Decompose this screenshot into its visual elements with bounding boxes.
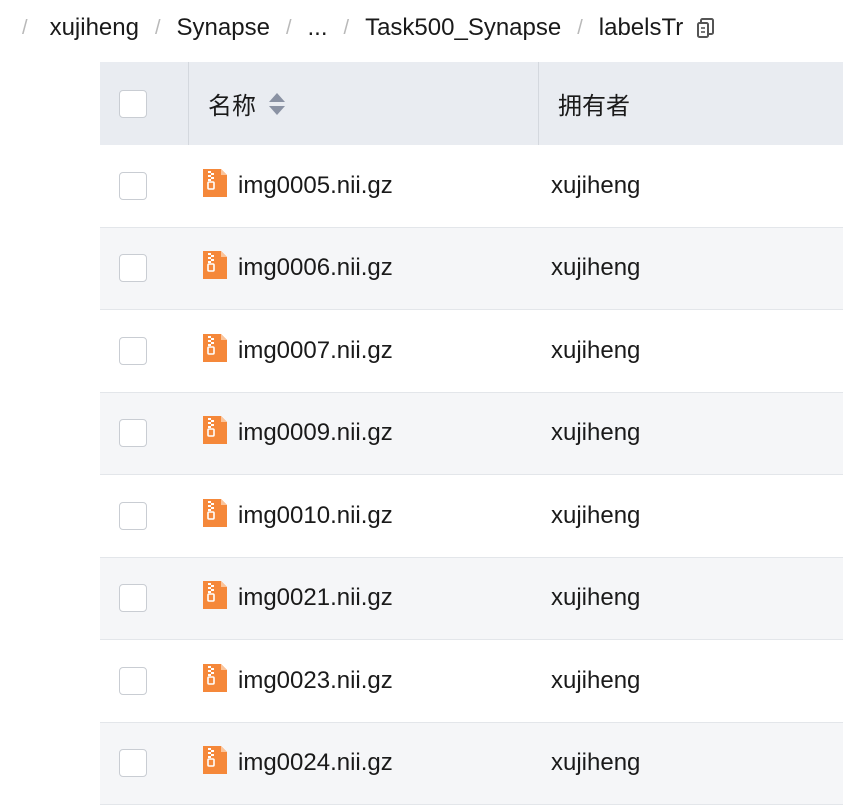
- breadcrumb-separator: /: [577, 17, 583, 40]
- column-header-owner-label: 拥有者: [558, 86, 630, 121]
- row-owner-cell: xujiheng: [539, 172, 843, 200]
- row-owner-cell: xujiheng: [539, 254, 843, 282]
- zip-file-icon: [201, 249, 229, 281]
- row-checkbox[interactable]: [119, 337, 147, 365]
- row-owner-cell: xujiheng: [539, 419, 843, 447]
- row-name-cell: img0005.nii.gz: [189, 172, 539, 200]
- table-row[interactable]: img0024.nii.gz xujiheng: [100, 723, 843, 805]
- breadcrumb: / xujiheng / Synapse / ... / Task500_Syn…: [0, 0, 843, 56]
- table-row[interactable]: img0005.nii.gz xujiheng: [100, 145, 843, 228]
- breadcrumb-item-labelstr: labelsTr: [599, 14, 683, 42]
- row-name-cell: img0024.nii.gz: [189, 749, 539, 777]
- zip-file-icon: [201, 579, 229, 611]
- breadcrumb-separator: /: [22, 17, 28, 40]
- row-checkbox[interactable]: [119, 502, 147, 530]
- zip-file-icon: [201, 744, 229, 776]
- breadcrumb-separator: /: [286, 17, 292, 40]
- zip-file-icon: [201, 167, 229, 199]
- row-owner-cell: xujiheng: [539, 667, 843, 695]
- row-name-cell: img0006.nii.gz: [189, 254, 539, 282]
- breadcrumb-item-ellipsis[interactable]: ...: [308, 14, 328, 42]
- file-name-link[interactable]: img0005.nii.gz: [238, 172, 393, 200]
- select-all-checkbox[interactable]: [119, 90, 147, 118]
- file-name-link[interactable]: img0023.nii.gz: [238, 667, 393, 695]
- table-row[interactable]: img0007.nii.gz xujiheng: [100, 310, 843, 393]
- owner-name: xujiheng: [551, 254, 640, 281]
- column-header-owner[interactable]: 拥有者: [539, 62, 843, 145]
- breadcrumb-item-synapse[interactable]: Synapse: [177, 14, 270, 42]
- row-checkbox[interactable]: [119, 667, 147, 695]
- owner-name: xujiheng: [551, 419, 640, 446]
- breadcrumb-item-task500-synapse[interactable]: Task500_Synapse: [365, 14, 561, 42]
- row-select-cell: [100, 419, 189, 447]
- header-select-cell: [100, 62, 189, 145]
- row-owner-cell: xujiheng: [539, 502, 843, 530]
- column-header-name[interactable]: 名称: [189, 62, 539, 145]
- row-name-cell: img0021.nii.gz: [189, 584, 539, 612]
- row-checkbox[interactable]: [119, 584, 147, 612]
- row-select-cell: [100, 254, 189, 282]
- breadcrumb-separator: /: [155, 17, 161, 40]
- file-name-link[interactable]: img0021.nii.gz: [238, 584, 393, 612]
- row-select-cell: [100, 667, 189, 695]
- row-select-cell: [100, 584, 189, 612]
- row-checkbox[interactable]: [119, 254, 147, 282]
- breadcrumb-separator: /: [344, 17, 350, 40]
- row-owner-cell: xujiheng: [539, 749, 843, 777]
- column-header-name-label: 名称: [208, 86, 256, 121]
- table-row[interactable]: img0023.nii.gz xujiheng: [100, 640, 843, 723]
- file-name-link[interactable]: img0006.nii.gz: [238, 254, 393, 282]
- row-checkbox[interactable]: [119, 749, 147, 777]
- file-name-link[interactable]: img0010.nii.gz: [238, 502, 393, 530]
- table-row[interactable]: img0021.nii.gz xujiheng: [100, 558, 843, 641]
- row-checkbox[interactable]: [119, 419, 147, 447]
- zip-file-icon: [201, 332, 229, 364]
- owner-name: xujiheng: [551, 172, 640, 199]
- row-checkbox[interactable]: [119, 172, 147, 200]
- owner-name: xujiheng: [551, 337, 640, 364]
- file-table: 名称 拥有者: [100, 62, 843, 805]
- table-row[interactable]: img0006.nii.gz xujiheng: [100, 228, 843, 311]
- row-owner-cell: xujiheng: [539, 337, 843, 365]
- file-name-link[interactable]: img0007.nii.gz: [238, 337, 393, 365]
- owner-name: xujiheng: [551, 584, 640, 611]
- row-owner-cell: xujiheng: [539, 584, 843, 612]
- breadcrumb-item-xujiheng[interactable]: xujiheng: [50, 14, 139, 42]
- table-row[interactable]: img0010.nii.gz xujiheng: [100, 475, 843, 558]
- row-name-cell: img0010.nii.gz: [189, 502, 539, 530]
- row-select-cell: [100, 337, 189, 365]
- owner-name: xujiheng: [551, 749, 640, 776]
- owner-name: xujiheng: [551, 502, 640, 529]
- file-name-link[interactable]: img0009.nii.gz: [238, 419, 393, 447]
- owner-name: xujiheng: [551, 667, 640, 694]
- zip-file-icon: [201, 497, 229, 529]
- row-select-cell: [100, 502, 189, 530]
- file-name-link[interactable]: img0024.nii.gz: [238, 749, 393, 777]
- table-body: img0005.nii.gz xujiheng img0: [100, 145, 843, 805]
- sort-icon[interactable]: [268, 91, 286, 117]
- zip-file-icon: [201, 414, 229, 446]
- zip-file-icon: [201, 662, 229, 694]
- row-select-cell: [100, 172, 189, 200]
- copy-icon[interactable]: [695, 17, 717, 39]
- row-name-cell: img0009.nii.gz: [189, 419, 539, 447]
- row-select-cell: [100, 749, 189, 777]
- row-name-cell: img0007.nii.gz: [189, 337, 539, 365]
- table-row[interactable]: img0009.nii.gz xujiheng: [100, 393, 843, 476]
- table-header: 名称 拥有者: [100, 62, 843, 145]
- row-name-cell: img0023.nii.gz: [189, 667, 539, 695]
